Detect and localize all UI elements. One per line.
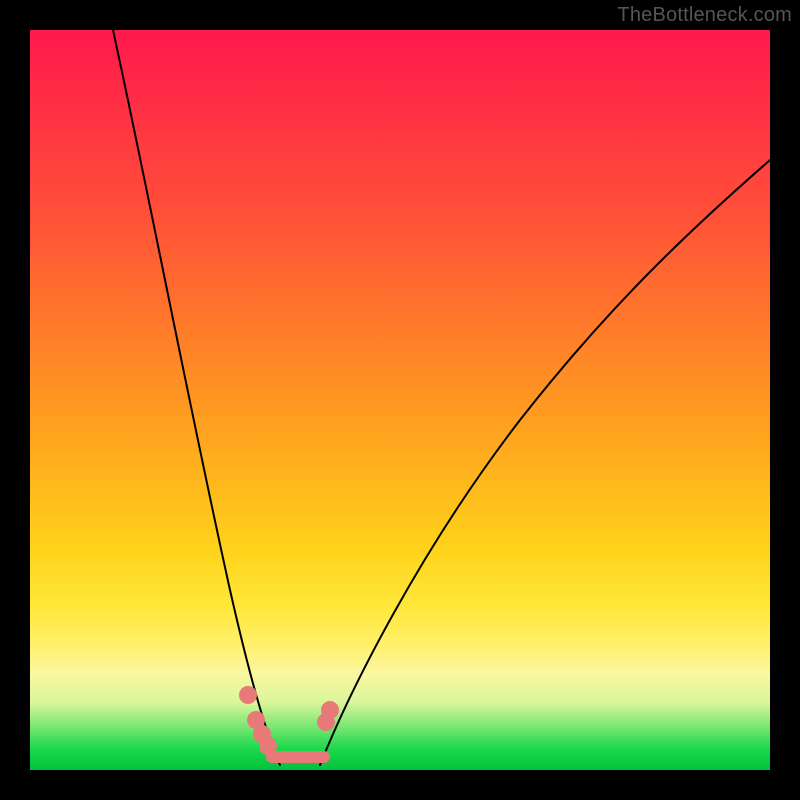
gradient-plot-area [30, 30, 770, 770]
highlight-dot [259, 737, 277, 755]
highlight-dot [239, 686, 257, 704]
frame: TheBottleneck.com [0, 0, 800, 800]
curve-right-branch [320, 160, 770, 765]
watermark-text: TheBottleneck.com [617, 4, 792, 27]
curve-left-branch [113, 30, 280, 765]
curve-overlay [30, 30, 770, 770]
valley-baseline-highlight [266, 751, 330, 763]
highlight-dot [321, 701, 339, 719]
